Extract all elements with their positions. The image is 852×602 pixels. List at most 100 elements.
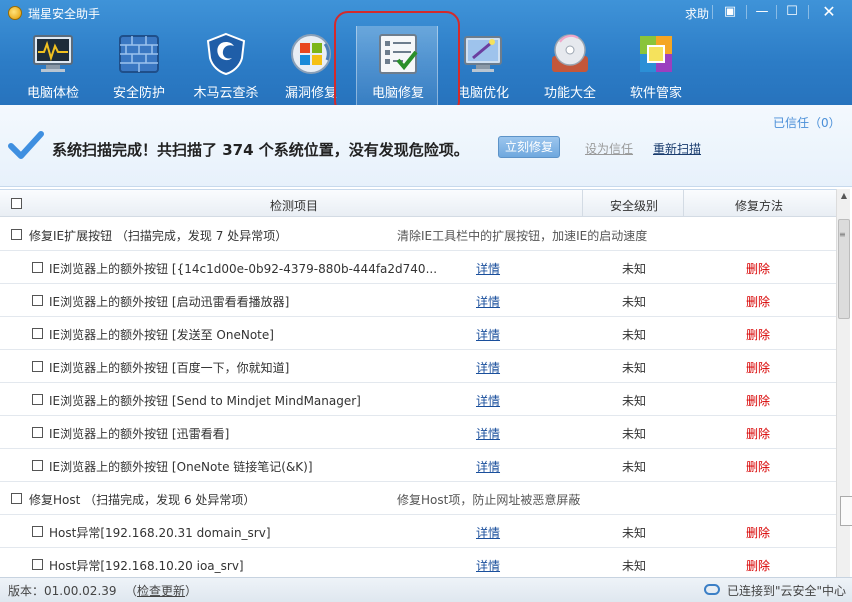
details-link[interactable]: 详情 <box>476 326 500 343</box>
trusted-count-link[interactable]: 已信任（0） <box>773 114 841 131</box>
scan-result-message: 系统扫描完成！共扫描了 374 个系统位置，没有发现危险项。 <box>52 141 469 159</box>
details-link[interactable]: 详情 <box>476 425 500 442</box>
table-row: Host异常[192.168.20.31 domain_srv] 详情 未知 删… <box>0 515 836 548</box>
group-row-ie-buttons: 修复IE扩展按钮 （扫描完成，发现 7 处异常项） 清除IE工具栏中的扩展按钮，… <box>0 218 836 251</box>
security-level: 未知 <box>622 394 647 408</box>
fix-now-button[interactable]: 立刻修复 <box>498 136 560 158</box>
help-link[interactable]: 求助 <box>685 5 709 22</box>
table-row: IE浏览器上的额外按钮 [发送至 OneNote] 详情 未知 删除 <box>0 317 836 350</box>
nav-item-checkup[interactable]: 电脑体检 <box>12 26 94 105</box>
delete-action[interactable]: 删除 <box>746 524 770 541</box>
details-link[interactable]: 详情 <box>476 359 500 376</box>
nav-item-trojan-scan[interactable]: 木马云查杀 <box>185 26 267 105</box>
column-header-method: 修复方法 <box>735 199 784 213</box>
scan-results-table: 检测项目 安全级别 修复方法 修复IE扩展按钮 （扫描完成，发现 7 处异常项）… <box>0 189 836 577</box>
column-divider <box>582 190 583 217</box>
row-item-label: IE浏览器上的额外按钮 [迅雷看看] <box>49 427 230 441</box>
status-bar: 版本：01.00.02.39 （检查更新） 已连接到"云安全"中心 <box>0 577 852 602</box>
group-checkbox[interactable] <box>11 493 22 504</box>
delete-action[interactable]: 删除 <box>746 293 770 310</box>
minimize-button[interactable]: — <box>748 2 776 22</box>
table-row: Host异常[192.168.10.20 ioa_srv] 详情 未知 删除 <box>0 548 836 577</box>
rising-logo-icon <box>8 6 22 20</box>
row-checkbox[interactable] <box>32 460 43 471</box>
paren-close: ） <box>185 584 198 598</box>
delete-action[interactable]: 删除 <box>746 392 770 409</box>
row-item-label: IE浏览器上的额外按钮 [Send to Mindjet MindManager… <box>49 394 361 408</box>
nav-label: 软件管家 <box>629 86 682 101</box>
maximize-button[interactable]: ☐ <box>778 2 806 22</box>
details-link[interactable]: 详情 <box>476 260 500 277</box>
close-button[interactable]: ✕ <box>815 2 843 22</box>
delete-action[interactable]: 删除 <box>746 326 770 343</box>
firewall-icon <box>117 32 161 76</box>
row-checkbox[interactable] <box>32 394 43 405</box>
table-row: IE浏览器上的额外按钮 [Send to Mindjet MindManager… <box>0 383 836 416</box>
details-link[interactable]: 详情 <box>476 524 500 541</box>
delete-action[interactable]: 删除 <box>746 260 770 277</box>
select-all-checkbox[interactable] <box>11 198 22 209</box>
table-row: IE浏览器上的额外按钮 [OneNote 链接笔记(&K)] 详情 未知 删除 <box>0 449 836 482</box>
delete-action[interactable]: 删除 <box>746 425 770 442</box>
row-checkbox[interactable] <box>32 559 43 570</box>
nav-item-software[interactable]: 软件管家 <box>615 26 697 105</box>
security-level: 未知 <box>622 460 647 474</box>
details-link[interactable]: 详情 <box>476 293 500 310</box>
row-item-label: IE浏览器上的额外按钮 [百度一下，你就知道] <box>49 361 290 375</box>
skin-menu-icon[interactable]: ▣ <box>716 2 744 22</box>
row-checkbox[interactable] <box>32 526 43 537</box>
row-checkbox[interactable] <box>32 295 43 306</box>
magic-wand-monitor-icon <box>461 32 505 76</box>
nav-item-protection[interactable]: 安全防护 <box>98 26 180 105</box>
row-item-label: Host异常[192.168.10.20 ioa_srv] <box>49 559 244 573</box>
scroll-up-icon[interactable]: ▲ <box>837 189 851 203</box>
details-link[interactable]: 详情 <box>476 392 500 409</box>
column-header-item: 检测项目 <box>270 199 319 213</box>
row-checkbox[interactable] <box>32 427 43 438</box>
row-item-label: IE浏览器上的额外按钮 [发送至 OneNote] <box>49 328 274 342</box>
side-panel-tab[interactable] <box>840 496 852 526</box>
cloud-icon <box>704 584 720 595</box>
table-row: IE浏览器上的额外按钮 [启动迅雷看看播放器] 详情 未知 删除 <box>0 284 836 317</box>
security-level: 未知 <box>622 295 647 309</box>
check-update: （检查更新） <box>125 582 197 599</box>
details-link[interactable]: 详情 <box>476 458 500 475</box>
group-checkbox[interactable] <box>11 229 22 240</box>
table-row: IE浏览器上的额外按钮 [迅雷看看] 详情 未知 删除 <box>0 416 836 449</box>
check-update-link[interactable]: 检查更新 <box>137 584 185 598</box>
row-item-label: IE浏览器上的额外按钮 [启动迅雷看看播放器] <box>49 295 290 309</box>
row-item-label: IE浏览器上的额外按钮 [OneNote 链接笔记(&K)] <box>49 460 313 474</box>
column-header-level: 安全级别 <box>610 199 659 213</box>
column-divider <box>683 190 684 217</box>
app-title: 瑞星安全助手 <box>28 7 101 21</box>
nav-label: 木马云查杀 <box>193 86 259 101</box>
delete-action[interactable]: 删除 <box>746 557 770 574</box>
grip-icon: ≡ <box>839 230 846 239</box>
row-checkbox[interactable] <box>32 262 43 273</box>
app-header: 瑞星安全助手 求助 ▣ — ☐ ✕ 电脑体检 安全防护 木马云查杀 漏洞修复 电… <box>0 0 852 115</box>
nav-item-toolbox[interactable]: 功能大全 <box>529 26 611 105</box>
row-checkbox[interactable] <box>32 361 43 372</box>
security-level: 未知 <box>622 262 647 276</box>
table-header: 检测项目 安全级别 修复方法 <box>0 190 836 217</box>
row-item-label: Host异常[192.168.20.31 domain_srv] <box>49 526 271 540</box>
details-link[interactable]: 详情 <box>476 557 500 574</box>
group-description: 清除IE工具栏中的扩展按钮，加速IE的启动速度 <box>397 229 648 243</box>
delete-action[interactable]: 删除 <box>746 359 770 376</box>
group-label: 修复IE扩展按钮 （扫描完成，发现 7 处异常项） <box>29 229 288 243</box>
highlight-annotation <box>334 11 460 115</box>
delete-action[interactable]: 删除 <box>746 458 770 475</box>
set-trust-link[interactable]: 设为信任 <box>585 140 633 157</box>
group-description: 修复Host项，防止网址被恶意屏蔽 <box>397 493 581 507</box>
row-checkbox[interactable] <box>32 328 43 339</box>
cloud-connection-status: 已连接到"云安全"中心 <box>727 584 847 598</box>
security-level: 未知 <box>622 361 647 375</box>
security-level: 未知 <box>622 559 647 573</box>
title-separator <box>808 5 809 19</box>
rescan-link[interactable]: 重新扫描 <box>653 140 701 157</box>
nav-label: 电脑体检 <box>26 86 79 101</box>
scan-status-panel: 已信任（0） 系统扫描完成！共扫描了 374 个系统位置，没有发现危险项。 立刻… <box>0 105 852 187</box>
table-row: IE浏览器上的额外按钮 [百度一下，你就知道] 详情 未知 删除 <box>0 350 836 383</box>
security-level: 未知 <box>622 427 647 441</box>
title-separator <box>712 5 713 19</box>
